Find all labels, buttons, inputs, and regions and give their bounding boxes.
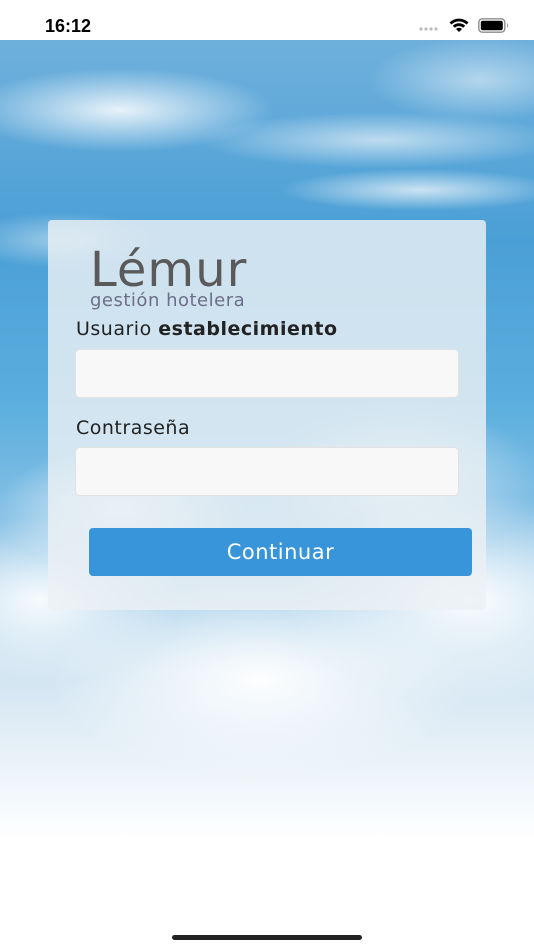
user-input[interactable]	[75, 349, 459, 398]
logo-main-text: Lémur	[90, 242, 248, 298]
wifi-icon	[448, 17, 470, 38]
login-screen: 16:12 Lémur gestión hotelera Usuario est…	[0, 0, 534, 950]
status-bar: 16:12	[0, 0, 534, 40]
home-indicator[interactable]	[172, 935, 362, 940]
status-icons	[418, 17, 510, 38]
signal-dots-icon	[418, 19, 440, 37]
status-time: 16:12	[45, 16, 92, 36]
login-card: Lémur gestión hotelera Usuario estableci…	[48, 220, 486, 610]
password-input[interactable]	[75, 447, 459, 496]
battery-icon	[478, 17, 510, 38]
user-label-prefix: Usuario	[76, 318, 152, 340]
password-label: Contraseña	[76, 417, 191, 439]
user-label-bold: establecimiento	[158, 318, 338, 340]
user-label: Usuario establecimiento	[76, 318, 338, 340]
logo-sub-text: gestión hotelera	[90, 290, 246, 311]
lemur-logo: Lémur gestión hotelera	[90, 246, 247, 311]
continue-button[interactable]: Continuar	[89, 528, 472, 576]
